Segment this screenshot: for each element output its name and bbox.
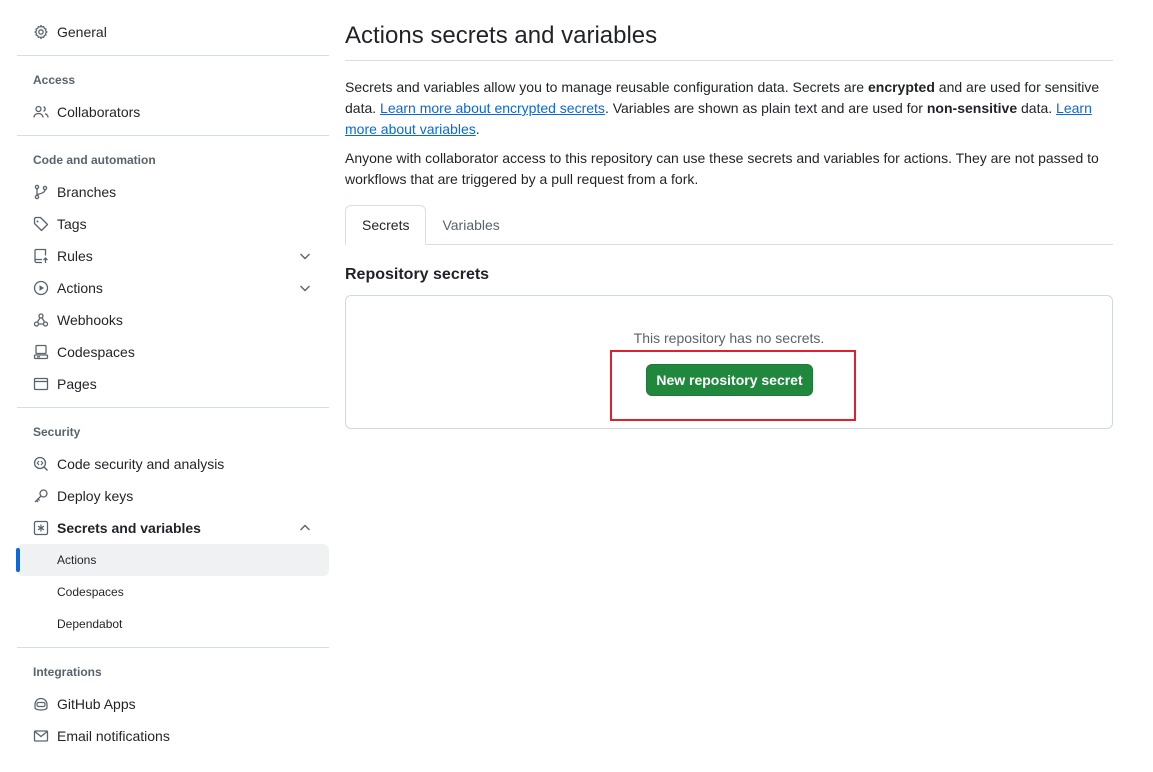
sidebar-subitem-label: Codespaces xyxy=(57,585,124,599)
secrets-empty-state: This repository has no secrets. New repo… xyxy=(345,295,1113,429)
sidebar-item-webhooks[interactable]: Webhooks xyxy=(17,304,329,336)
sidebar-item-branches[interactable]: Branches xyxy=(17,176,329,208)
sidebar-item-label: Branches xyxy=(57,184,117,200)
sidebar-item-label: Secrets and variables xyxy=(57,520,201,536)
sidebar-item-github-apps[interactable]: GitHub Apps xyxy=(17,688,329,720)
repo-push-icon xyxy=(33,248,49,264)
gear-icon xyxy=(33,24,49,40)
new-repository-secret-button[interactable]: New repository secret xyxy=(646,364,813,396)
mail-icon xyxy=(33,728,49,744)
tab-secrets[interactable]: Secrets xyxy=(345,205,427,245)
sidebar-group-integrations: Integrations xyxy=(33,665,102,679)
people-icon xyxy=(33,104,49,120)
divider xyxy=(17,407,329,408)
emphasis-non-sensitive: non-sensitive xyxy=(926,100,1018,116)
sidebar-group-security: Security xyxy=(33,425,81,439)
sidebar-item-pages[interactable]: Pages xyxy=(17,368,329,400)
page-title: Actions secrets and variables xyxy=(345,22,658,49)
divider xyxy=(17,55,329,56)
sidebar-group-access: Access xyxy=(33,73,76,87)
sidebar-item-label: General xyxy=(57,24,107,40)
access-note-paragraph: Anyone with collaborator access to this … xyxy=(345,150,1099,187)
browser-icon xyxy=(33,376,49,392)
sidebar-item-label: Code security and analysis xyxy=(57,456,225,472)
sidebar-item-label: Actions xyxy=(57,280,103,296)
sidebar-item-rules[interactable]: Rules xyxy=(17,240,329,272)
chevron-down-icon[interactable] xyxy=(297,280,313,296)
divider xyxy=(17,135,329,136)
settings-sidebar: General Access Collaborators Code and au… xyxy=(16,16,329,752)
empty-state-message: This repository has no secrets. xyxy=(633,330,825,346)
description-paragraph: Secrets and variables allow you to manag… xyxy=(345,77,1113,140)
sidebar-item-general[interactable]: General xyxy=(17,16,329,48)
emphasis-encrypted: encrypted xyxy=(867,79,935,95)
chevron-down-icon[interactable] xyxy=(297,248,313,264)
webhook-icon xyxy=(33,312,49,328)
sidebar-subitem-actions[interactable]: Actions xyxy=(16,544,329,576)
description-text: . xyxy=(475,121,480,137)
description-text: data. xyxy=(1017,100,1057,116)
main-content: Actions secrets and variables Secrets an… xyxy=(345,16,1113,429)
tab-variables[interactable]: Variables xyxy=(426,205,515,245)
sidebar-item-label: Pages xyxy=(57,376,97,392)
sidebar-item-actions[interactable]: Actions xyxy=(17,272,329,304)
tag-icon xyxy=(33,216,49,232)
sidebar-item-label: Rules xyxy=(57,248,93,264)
sidebar-item-deploy-keys[interactable]: Deploy keys xyxy=(17,480,329,512)
sidebar-subitem-label: Actions xyxy=(57,553,97,567)
section-title: Repository secrets xyxy=(345,266,490,283)
sidebar-subitem-dependabot[interactable]: Dependabot xyxy=(17,608,329,640)
asterisk-box-icon xyxy=(33,520,49,536)
chevron-up-icon[interactable] xyxy=(297,520,313,536)
sidebar-item-code-security[interactable]: Code security and analysis xyxy=(17,448,329,480)
sidebar-item-email-notifications[interactable]: Email notifications xyxy=(17,720,329,752)
description-text: . Variables are shown as plain text and … xyxy=(604,100,927,116)
sidebar-subitem-codespaces[interactable]: Codespaces xyxy=(17,576,329,608)
learn-more-secrets-link[interactable]: Learn more about encrypted secrets xyxy=(380,100,605,116)
sidebar-item-label: Webhooks xyxy=(57,312,123,328)
divider xyxy=(17,647,329,648)
sidebar-item-label: Codespaces xyxy=(57,344,135,360)
sidebar-subitem-label: Dependabot xyxy=(57,617,123,631)
divider xyxy=(345,60,1113,61)
sidebar-item-codespaces[interactable]: Codespaces xyxy=(17,336,329,368)
play-icon xyxy=(33,280,49,296)
description-text: Secrets and variables allow you to manag… xyxy=(345,79,868,95)
sidebar-item-label: Deploy keys xyxy=(57,488,134,504)
codespaces-icon xyxy=(33,344,49,360)
tab-bar: Secrets Variables xyxy=(345,205,1113,245)
sidebar-item-label: Email notifications xyxy=(57,728,170,744)
sidebar-item-tags[interactable]: Tags xyxy=(17,208,329,240)
git-branch-icon xyxy=(33,184,49,200)
sidebar-group-code-automation: Code and automation xyxy=(33,153,156,167)
sidebar-item-label: GitHub Apps xyxy=(57,696,136,712)
sidebar-item-label: Collaborators xyxy=(57,104,141,120)
sidebar-item-label: Tags xyxy=(57,216,87,232)
sidebar-item-secrets-and-variables[interactable]: Secrets and variables xyxy=(17,512,329,544)
codescan-icon xyxy=(33,456,49,472)
sidebar-item-collaborators[interactable]: Collaborators xyxy=(17,96,329,128)
copilot-icon xyxy=(33,696,49,712)
key-icon xyxy=(33,488,49,504)
